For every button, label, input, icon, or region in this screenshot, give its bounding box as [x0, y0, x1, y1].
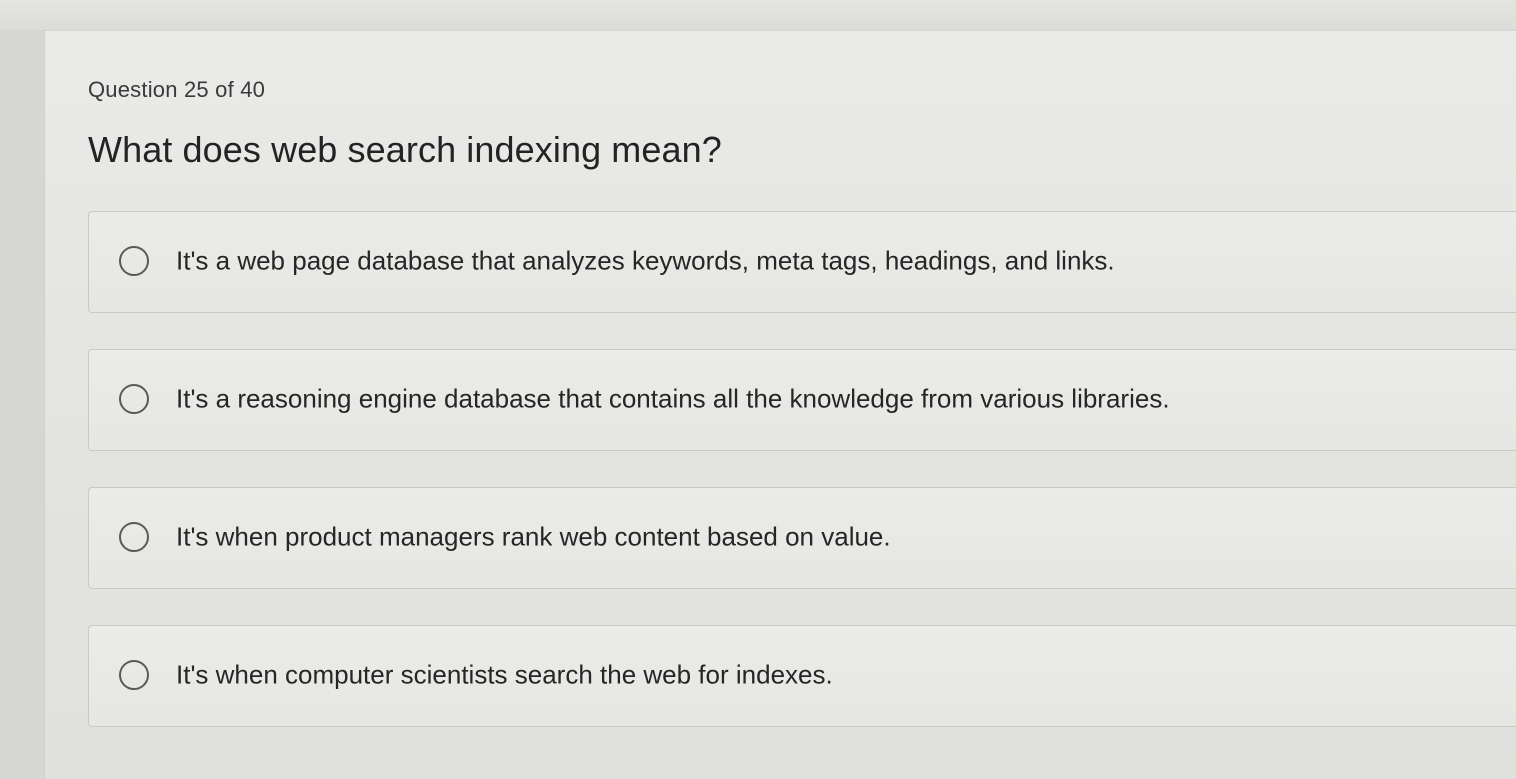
question-text: What does web search indexing mean?	[88, 129, 722, 170]
answer-option-2[interactable]: It's a reasoning engine database that co…	[88, 349, 1516, 451]
answer-option-3[interactable]: It's when product managers rank web cont…	[88, 487, 1516, 589]
answer-option-label: It's when computer scientists search the…	[176, 659, 833, 690]
answer-options: It's a web page database that analyzes k…	[88, 211, 1516, 763]
quiz-page: Question 25 of 40 What does web search i…	[44, 30, 1516, 779]
question-counter: Question 25 of 40	[88, 77, 266, 102]
answer-option-label: It's a reasoning engine database that co…	[176, 383, 1170, 414]
radio-unselected-icon[interactable]	[119, 246, 149, 276]
answer-option-label: It's when product managers rank web cont…	[176, 521, 891, 552]
radio-unselected-icon[interactable]	[119, 384, 149, 414]
answer-option-label: It's a web page database that analyzes k…	[176, 245, 1115, 276]
answer-option-1[interactable]: It's a web page database that analyzes k…	[88, 211, 1516, 313]
answer-option-4[interactable]: It's when computer scientists search the…	[88, 625, 1516, 727]
window-top-edge	[0, 0, 1516, 30]
radio-unselected-icon[interactable]	[119, 660, 149, 690]
radio-unselected-icon[interactable]	[119, 522, 149, 552]
